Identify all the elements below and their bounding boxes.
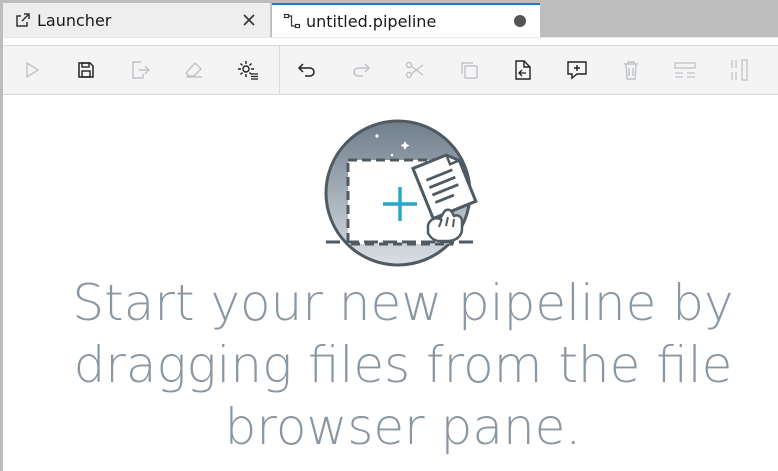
add-comment-button[interactable] (550, 46, 604, 94)
save-pipeline-button[interactable] (59, 46, 113, 94)
runtime-settings-icon (238, 61, 258, 80)
empty-canvas-message: Start your new pipeline by dragging file… (72, 274, 734, 456)
cut-icon (405, 61, 424, 79)
runtimes-button[interactable] (221, 46, 275, 94)
export-pipeline-button[interactable] (113, 46, 167, 94)
redo-icon (353, 63, 371, 77)
arrange-vertical-button[interactable] (712, 46, 766, 94)
tab-underline-strip (0, 37, 778, 45)
pipeline-toolbar (3, 45, 778, 95)
cut-button[interactable] (388, 46, 442, 94)
arrange-horizontal-button[interactable] (658, 46, 712, 94)
clear-pipeline-button[interactable] (167, 46, 221, 94)
pipeline-icon (282, 11, 302, 31)
paste-button[interactable] (496, 46, 550, 94)
undo-button[interactable] (280, 46, 334, 94)
tab-launcher[interactable]: Launcher (3, 3, 271, 37)
paste-icon (515, 60, 531, 80)
save-icon (78, 62, 94, 78)
play-icon (26, 61, 40, 79)
copy-button[interactable] (442, 46, 496, 94)
close-icon[interactable] (238, 9, 260, 31)
undo-icon (297, 63, 315, 77)
tab-bar: Launcher untitled.pipeline (0, 0, 778, 37)
trash-icon (624, 61, 638, 80)
arrange-horizontal-icon (674, 62, 696, 78)
copy-icon (461, 62, 478, 79)
tab-pipeline[interactable]: untitled.pipeline (272, 3, 540, 37)
launch-icon (13, 10, 33, 30)
comment-add-icon (567, 61, 587, 80)
tab-label: Launcher (37, 10, 112, 30)
drag-files-illustration-icon (324, 119, 478, 267)
export-icon (132, 61, 150, 79)
redo-button[interactable] (334, 46, 388, 94)
tab-label: untitled.pipeline (306, 11, 437, 31)
delete-button[interactable] (604, 46, 658, 94)
eraser-icon (185, 61, 202, 78)
run-pipeline-button[interactable] (5, 46, 59, 94)
arrange-vertical-icon (731, 59, 748, 81)
unsaved-indicator-icon[interactable] (514, 15, 526, 27)
